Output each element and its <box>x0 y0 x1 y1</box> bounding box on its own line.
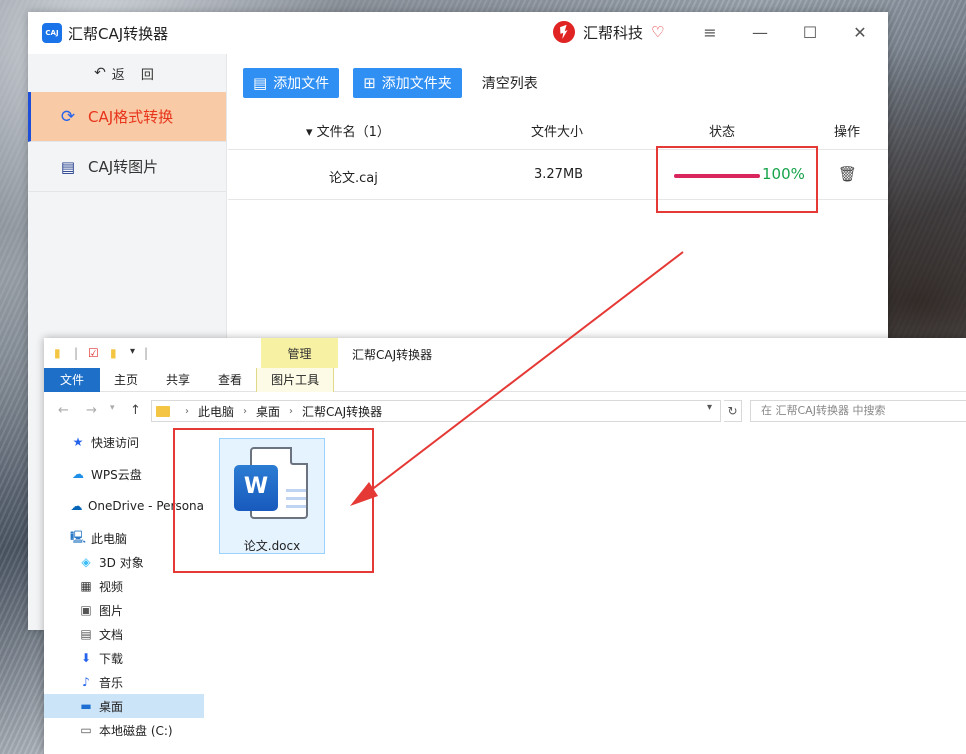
file-size-cell: 3.27MB <box>534 167 584 182</box>
forward-arrow-icon[interactable]: → <box>86 403 97 418</box>
title-bar: CAJ 汇帮CAJ转换器 汇帮科技 ♡ ≡ — ☐ ✕ <box>28 12 888 54</box>
tab-share[interactable]: 共享 <box>152 368 204 392</box>
column-header-name[interactable]: ▾ 文件名（1） <box>306 121 390 140</box>
sidebar-item-caj-to-image[interactable]: ▤ CAJ转图片 <box>28 142 226 192</box>
nav-item-pictures[interactable]: ▣ 图片 <box>44 598 204 622</box>
nav-item-label: 图片 <box>99 603 124 618</box>
folder-icon <box>156 405 170 417</box>
minimize-button[interactable]: — <box>748 22 772 44</box>
tab-file[interactable]: 文件 <box>44 368 101 392</box>
star-icon: ★ <box>72 435 84 449</box>
back-arrow-icon[interactable]: ← <box>58 403 69 418</box>
music-icon: ♪ <box>82 675 90 689</box>
chevron-right-icon: › <box>289 405 294 417</box>
nav-item-desktop[interactable]: ▬ 桌面 <box>44 694 204 718</box>
toolbar: ▤ 添加文件 ⊞ 添加文件夹 清空列表 <box>228 54 888 112</box>
chevron-right-icon: › <box>185 405 189 417</box>
add-folder-icon: ⊞ <box>363 74 376 92</box>
chevron-right-icon: › <box>243 405 248 417</box>
maximize-button[interactable]: ☐ <box>798 22 822 44</box>
nav-item-documents[interactable]: ▤ 文档 <box>44 622 204 646</box>
download-icon: ⬇ <box>80 651 92 665</box>
refresh-icon: ⟳ <box>60 106 76 127</box>
address-row: ← → ▾ ↑ › 此电脑 › 桌面 › 汇帮CAJ转换器 ▾ ↻ 在 汇帮CA… <box>44 392 966 430</box>
breadcrumb-item[interactable]: 此电脑 <box>198 403 234 420</box>
sidebar-item-caj-convert[interactable]: ⟳ CAJ格式转换 <box>28 92 226 142</box>
cube-icon: ◈ <box>81 555 91 569</box>
tab-picture-tools[interactable]: 图片工具 <box>256 368 335 392</box>
add-file-button[interactable]: ▤ 添加文件 <box>243 68 340 98</box>
app-logo-icon: CAJ <box>42 23 62 43</box>
divider: | <box>144 346 149 360</box>
table-header: ▾ 文件名（1） 文件大小 状态 操作 <box>228 112 888 150</box>
nav-item-label: 3D 对象 <box>99 555 144 570</box>
clear-list-button[interactable]: 清空列表 <box>482 73 538 93</box>
ribbon: 文件 主页 共享 查看 图片工具 <box>44 368 966 392</box>
back-label: 返 回 <box>111 67 160 83</box>
back-button[interactable]: ↶ 返 回 <box>28 54 226 92</box>
desktop-icon: ▬ <box>80 699 92 713</box>
breadcrumb-item[interactable]: 汇帮CAJ转换器 <box>302 403 382 420</box>
close-button[interactable]: ✕ <box>848 22 872 44</box>
column-header-action: 操作 <box>834 125 861 140</box>
add-folder-label: 添加文件夹 <box>381 76 452 92</box>
nav-item-label: WPS云盘 <box>91 467 142 482</box>
app-title: 汇帮CAJ转换器 <box>68 24 169 43</box>
recent-dropdown-icon[interactable]: ▾ <box>110 403 115 413</box>
nav-item-label: 下载 <box>99 651 124 666</box>
annotation-box-output <box>173 428 374 573</box>
delete-icon[interactable]: 🗑 <box>838 165 857 183</box>
customize-icon[interactable]: ▾ <box>130 346 135 357</box>
sidebar-item-label: CAJ转图片 <box>88 158 159 176</box>
refresh-icon[interactable]: ↻ <box>724 400 742 422</box>
nav-item-downloads[interactable]: ⬇ 下载 <box>44 646 204 670</box>
brand: 汇帮科技 ♡ <box>549 17 664 47</box>
back-arrow-icon: ↶ <box>94 65 106 81</box>
picture-icon: ▣ <box>80 603 92 617</box>
film-icon: ▦ <box>80 579 92 593</box>
add-file-icon: ▤ <box>253 74 268 92</box>
nav-item-label: 此电脑 <box>91 531 128 546</box>
computer-icon: 🖳 <box>70 529 87 544</box>
document-icon: ▤ <box>80 627 92 641</box>
nav-item-label: 本地磁盘 (C:) <box>99 723 173 738</box>
nav-item-label: 快速访问 <box>91 435 140 450</box>
address-bar[interactable]: › 此电脑 › 桌面 › 汇帮CAJ转换器 <box>151 400 721 422</box>
column-header-size: 文件大小 <box>531 125 584 140</box>
nav-item-local-disk[interactable]: ▭ 本地磁盘 (C:) <box>44 718 204 742</box>
add-folder-button[interactable]: ⊞ 添加文件夹 <box>353 68 462 98</box>
nav-item-videos[interactable]: ▦ 视频 <box>44 574 204 598</box>
properties-icon[interactable]: ☑ <box>88 346 99 360</box>
nav-item-label: 视频 <box>99 579 124 594</box>
menu-button[interactable]: ≡ <box>698 22 722 44</box>
explorer-title-bar: ▮ | ☑ ▮ ▾ | 管理 汇帮CAJ转换器 <box>44 338 966 368</box>
tab-home[interactable]: 主页 <box>100 368 152 392</box>
vip-heart-icon[interactable]: ♡ <box>651 23 664 41</box>
onedrive-icon: ☁ <box>70 499 83 513</box>
nav-item-label: 音乐 <box>99 675 124 690</box>
brand-logo-icon <box>549 17 579 47</box>
nav-item-label: 文档 <box>99 627 124 642</box>
up-arrow-icon[interactable]: ↑ <box>130 403 141 418</box>
context-tab-manage[interactable]: 管理 <box>261 338 338 368</box>
nav-item-label: 桌面 <box>99 699 124 714</box>
add-file-label: 添加文件 <box>273 76 330 92</box>
nav-item-music[interactable]: ♪ 音乐 <box>44 670 204 694</box>
cloud-icon: ☁ <box>72 467 84 481</box>
new-folder-icon[interactable]: ▮ <box>110 346 117 360</box>
explorer-window-title: 汇帮CAJ转换器 <box>352 348 433 362</box>
column-header-status: 状态 <box>709 125 736 140</box>
tab-view[interactable]: 查看 <box>204 368 256 392</box>
divider: | <box>74 346 79 360</box>
annotation-box-status <box>656 146 818 213</box>
brand-name: 汇帮科技 <box>583 23 644 42</box>
sidebar-item-label: CAJ格式转换 <box>88 108 174 126</box>
drive-icon: ▭ <box>80 723 92 737</box>
breadcrumb-item[interactable]: 桌面 <box>256 403 280 420</box>
file-name-cell: 论文.caj <box>329 171 378 186</box>
search-input[interactable]: 在 汇帮CAJ转换器 中搜索 <box>750 400 966 422</box>
address-dropdown-icon[interactable]: ▾ <box>707 402 712 413</box>
document-icon: ▤ <box>60 157 76 176</box>
folder-icon: ▮ <box>54 346 61 360</box>
